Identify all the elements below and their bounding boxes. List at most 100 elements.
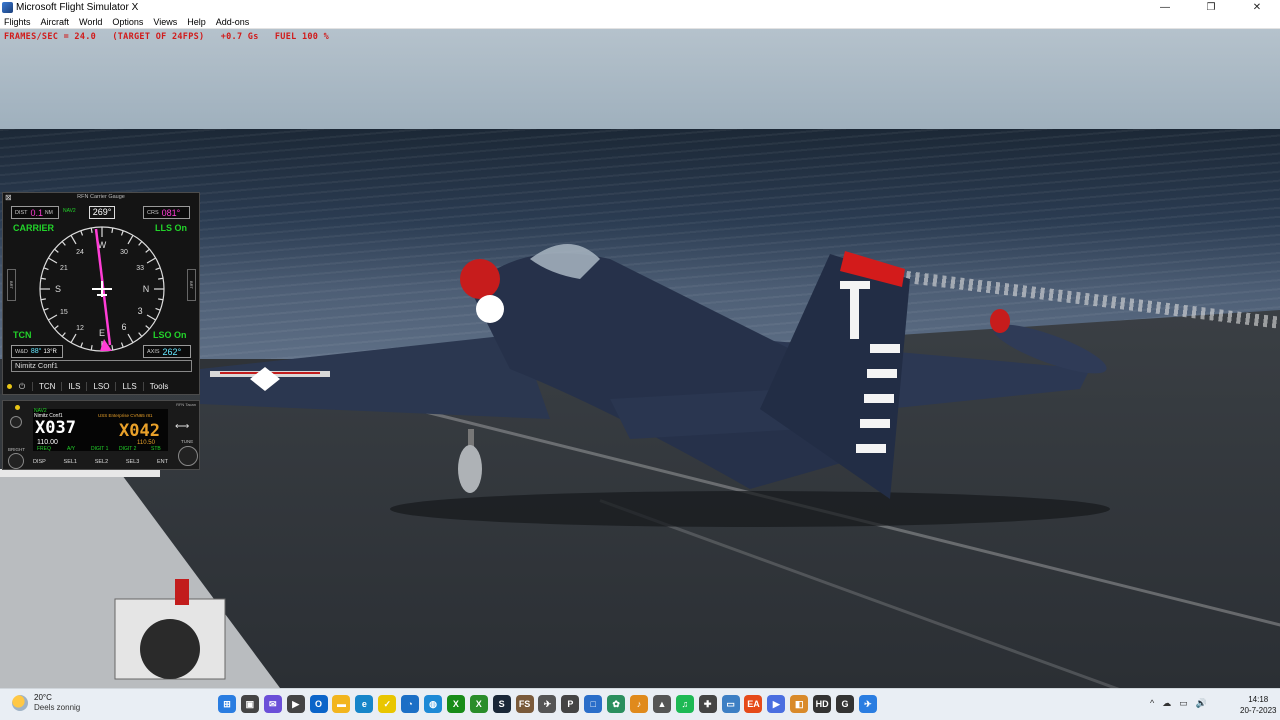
compass-tick (54, 248, 59, 253)
compass-tick (48, 257, 58, 264)
active-channel: X037 (35, 418, 76, 438)
p3d-icon[interactable]: P (561, 695, 580, 713)
sel1-button[interactable]: SEL1 (64, 459, 77, 465)
compass-tick (43, 267, 49, 271)
clock[interactable]: 14:18 20-7-2023 (1240, 694, 1276, 716)
right-brightness-button[interactable]: BRT (187, 269, 196, 301)
compass-label: 12 (76, 325, 84, 332)
compass-tick (70, 333, 77, 343)
compass-label: 6 (121, 322, 126, 332)
carrier-gauge-panel[interactable]: ⊠ RFN Carrier Gauge DIST 0.1 NM NAV2 269… (2, 192, 200, 395)
bright-knob[interactable] (8, 453, 24, 469)
task-view-icon[interactable]: ▣ (240, 695, 259, 713)
steam-icon[interactable]: S (492, 695, 511, 713)
temperature: 20°C (34, 693, 52, 702)
ent-button[interactable]: ENT (157, 459, 168, 465)
status-light (7, 384, 12, 389)
menu-views[interactable]: Views (153, 17, 177, 27)
dist-box: DIST 0.1 NM (11, 206, 59, 219)
tacan-panel[interactable]: RFN Tacan BRIGHT TUNE ⟷ NAV2 Nimitz Conf… (2, 400, 200, 470)
compass-tick (90, 345, 93, 351)
freq-label: FREQ (37, 446, 51, 452)
sel2-button[interactable]: SEL2 (95, 459, 108, 465)
swap-icon[interactable]: ⟷ (175, 421, 189, 432)
clock-app-icon[interactable]: ◔ (401, 695, 420, 713)
chat-icon[interactable]: ✉ (263, 695, 282, 713)
minimize-button[interactable]: — (1142, 0, 1188, 15)
tune-knob[interactable] (178, 446, 198, 466)
volume-icon[interactable]: 🔊 (1196, 698, 1207, 709)
ea-icon[interactable]: EA (744, 695, 763, 713)
gauge-title: RFN Carrier Gauge (77, 194, 125, 200)
left-brightness-button[interactable]: BRT (7, 269, 16, 301)
close-button[interactable]: ✕ (1234, 0, 1280, 15)
video-icon[interactable]: ▶ (286, 695, 305, 713)
plane-app-icon[interactable]: ✈ (538, 695, 557, 713)
clock-time: 14:18 (1248, 695, 1269, 704)
frame-rate-readout: FRAMES/SEC = 24.0 (TARGET OF 24FPS) +0.7… (4, 32, 330, 42)
compass-tick (61, 241, 66, 246)
start-icon[interactable]: ⊞ (218, 695, 236, 713)
compass-tick (127, 333, 134, 343)
menu-aircraft[interactable]: Aircraft (41, 17, 70, 27)
compass-tick (120, 230, 124, 236)
aircraft-f9f-panther (200, 244, 1110, 527)
tacan-title: RFN Tacan (176, 402, 196, 407)
edge-icon[interactable]: e (355, 695, 374, 713)
compass-tick (138, 241, 143, 246)
weather-widget[interactable]: 20°C Deels zonnig (12, 693, 80, 713)
g-icon[interactable]: G (836, 695, 855, 713)
xbox-icon[interactable]: X (446, 695, 465, 713)
outlook-icon[interactable]: O (309, 695, 328, 713)
file-explorer-icon[interactable]: ▬ (332, 695, 351, 713)
wind-box: W&D 88° 13°R (11, 345, 63, 358)
tab-lso[interactable]: LSO (86, 382, 115, 391)
heading-readout: 269° (89, 206, 115, 219)
stb-label: STB (151, 446, 161, 452)
norton-icon[interactable]: ✓ (378, 695, 397, 713)
mode-knob[interactable] (10, 416, 22, 428)
crs-value: 081° (161, 207, 181, 218)
sel3-button[interactable]: SEL3 (126, 459, 139, 465)
fsx-active-icon[interactable]: ✈ (858, 695, 877, 713)
window-icon[interactable]: □ (584, 695, 603, 713)
menu-options[interactable]: Options (112, 17, 143, 27)
power-icon[interactable]: ⏻ (16, 382, 28, 392)
menu-addons[interactable]: Add-ons (216, 17, 250, 27)
drone-icon[interactable]: ✚ (698, 695, 717, 713)
tray-overflow-icon[interactable]: ^ (1150, 698, 1154, 709)
compass-tick (111, 227, 114, 233)
compass-tick (138, 332, 143, 337)
photos-icon[interactable]: ◧ (790, 695, 809, 713)
network-icon[interactable]: ▭ (1179, 698, 1188, 709)
tab-tcn[interactable]: TCN (32, 382, 61, 391)
music-icon[interactable]: ♪ (630, 695, 649, 713)
globe-icon[interactable]: ◍ (424, 695, 443, 713)
menu-world[interactable]: World (79, 17, 102, 27)
gauge-tabs: ⏻ TCN ILS LSO LLS Tools (3, 379, 199, 394)
monitor-icon[interactable]: ▭ (721, 695, 740, 713)
compass-label: S (55, 284, 61, 294)
tab-ils[interactable]: ILS (61, 382, 86, 391)
media-player-icon[interactable]: ▶ (767, 695, 786, 713)
compass-tick (145, 248, 150, 253)
terrain-icon[interactable]: ▲ (652, 695, 671, 713)
title-bar: Microsoft Flight Simulator X — ❐ ✕ (0, 0, 1280, 15)
wind-label: W&D (15, 348, 28, 355)
menu-flights[interactable]: Flights (4, 17, 31, 27)
fsx-icon[interactable]: FS (515, 695, 534, 713)
menu-help[interactable]: Help (187, 17, 206, 27)
hd-icon[interactable]: HD (813, 695, 832, 713)
fern-icon[interactable]: ✿ (607, 695, 626, 713)
tab-tools[interactable]: Tools (142, 382, 175, 391)
xbox-app-icon[interactable]: X (469, 695, 488, 713)
sky (0, 29, 1280, 129)
onedrive-icon[interactable]: ☁ (1162, 698, 1171, 709)
compass-label: 33 (136, 265, 144, 272)
wind-direction: 88° (30, 348, 42, 355)
maximize-button[interactable]: ❐ (1188, 0, 1234, 15)
disp-button[interactable]: DISP (33, 459, 46, 465)
digit2-label: DIGIT 2 (119, 446, 137, 452)
tab-lls[interactable]: LLS (115, 382, 142, 391)
spotify-icon[interactable]: ♫ (675, 695, 694, 713)
